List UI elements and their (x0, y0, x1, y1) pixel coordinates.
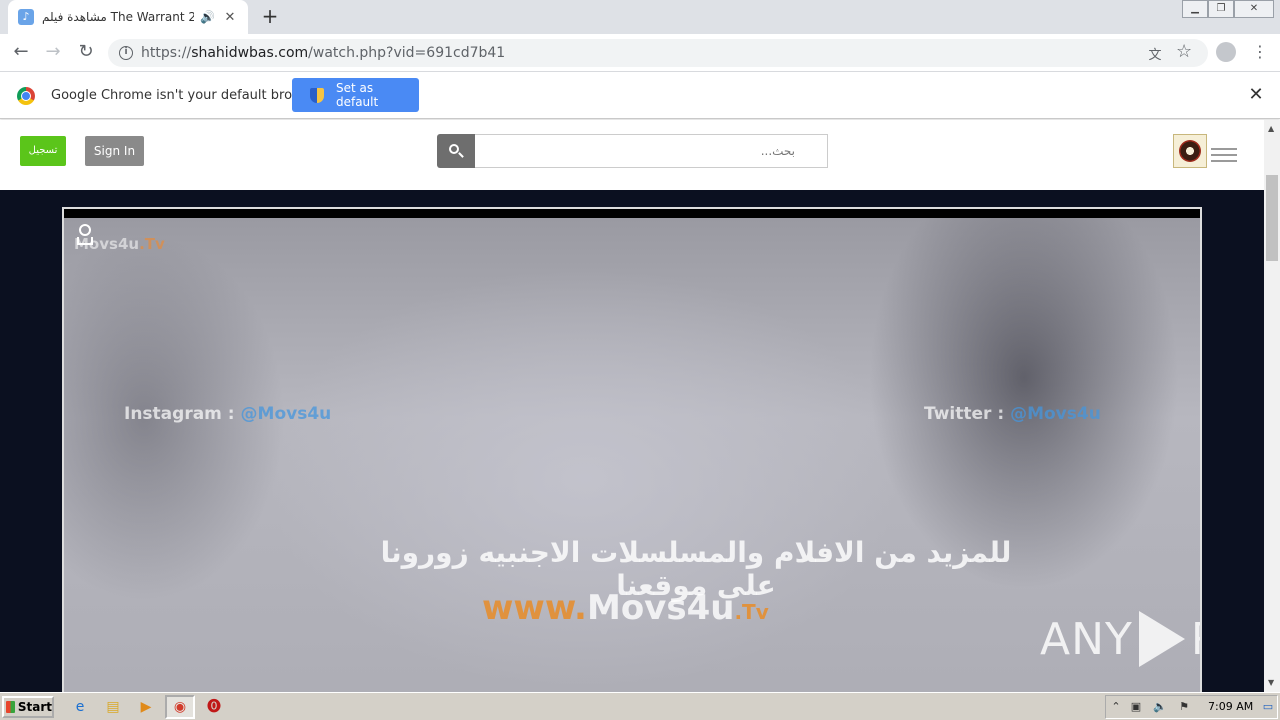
scroll-thumb[interactable] (1266, 175, 1278, 261)
twitter-caption: Twitter : @Movs4u (924, 404, 1101, 424)
new-tab-button[interactable]: + (258, 5, 282, 29)
restore-icon[interactable]: ❐ (1208, 0, 1234, 18)
volume-icon[interactable]: 🔈 (1152, 700, 1168, 714)
network-icon[interactable]: ▣ (1128, 700, 1144, 714)
tab-close-icon[interactable]: ✕ (222, 10, 238, 25)
browser-tab[interactable]: ♪ مشاهدة فيلم The Warrant 2020 🔊 ✕ (8, 0, 248, 34)
minimize-icon[interactable]: ▁ (1182, 0, 1208, 18)
internet-explorer-icon[interactable]: e (70, 697, 90, 717)
chrome-logo-icon (17, 87, 35, 105)
profile-avatar-icon[interactable] (1216, 42, 1236, 62)
instagram-caption: Instagram : @Movs4u (124, 404, 332, 424)
flag-icon[interactable]: ⚑ (1176, 700, 1192, 714)
play-triangle-icon (1138, 611, 1185, 667)
site-header: تسجيل Sign In (0, 120, 1264, 190)
translate-icon[interactable]: 文 (1146, 44, 1164, 63)
url-text[interactable]: https://shahidwbas.com/watch.php?vid=691… (141, 45, 505, 61)
music-note-icon: ♪ (18, 9, 34, 25)
set-as-default-label: Set as default (335, 81, 379, 109)
reload-icon[interactable]: ↻ (75, 42, 97, 64)
sign-in-button[interactable]: Sign In (85, 136, 144, 166)
back-arrow-icon[interactable]: ← (10, 42, 32, 64)
tab-title: مشاهدة فيلم The Warrant 2020 (42, 10, 194, 24)
browser-toolbar: ← → ↻ i https://shahidwbas.com/watch.php… (0, 34, 1280, 72)
scroll-up-arrow-icon[interactable]: ▲ (1268, 124, 1274, 133)
channel-watermark: Movs4u.Tv (74, 235, 165, 253)
default-browser-infobar: Google Chrome isn't your default browser… (0, 72, 1280, 119)
tab-strip: ♪ مشاهدة فيلم The Warrant 2020 🔊 ✕ + ▁ ❐… (0, 0, 1280, 34)
set-as-default-button[interactable]: Set as default (292, 78, 419, 112)
info-icon[interactable]: i (119, 46, 133, 60)
speaker-icon[interactable]: 🔊 (200, 10, 216, 24)
page-scrollbar[interactable]: ▲ ▼ (1264, 120, 1280, 692)
register-button[interactable]: تسجيل (20, 136, 66, 166)
search-button[interactable] (437, 134, 475, 168)
video-player[interactable]: Movs4u.Tv Instagram : @Movs4u Twitter : … (62, 207, 1202, 692)
clock[interactable]: 7:09 AM (1208, 700, 1253, 713)
chrome-icon[interactable]: ◉ (170, 697, 190, 717)
folder-icon[interactable]: ▤ (103, 697, 123, 717)
site-logo[interactable] (1173, 134, 1207, 168)
start-button[interactable]: Start (2, 696, 54, 718)
hamburger-menu-icon[interactable] (1211, 148, 1237, 166)
media-player-icon[interactable]: ▶ (136, 697, 156, 717)
close-window-icon[interactable]: ✕ (1234, 0, 1274, 18)
video-frame[interactable]: Movs4u.Tv Instagram : @Movs4u Twitter : … (64, 218, 1200, 692)
scroll-down-arrow-icon[interactable]: ▼ (1268, 678, 1274, 687)
more-menu-icon[interactable]: ⋮ (1252, 42, 1268, 61)
show-desktop-icon[interactable]: ▭ (1260, 700, 1276, 714)
infobar-close-icon[interactable]: ✕ (1248, 84, 1264, 105)
web-page: تسجيل Sign In Movs4u.Tv Instagram : @Mov… (0, 120, 1264, 692)
alert-icon[interactable]: ⓿ (204, 697, 224, 717)
anyrun-watermark: ANYRUN (1040, 611, 1200, 667)
address-bar[interactable]: i https://shahidwbas.com/watch.php?vid=6… (108, 39, 1208, 67)
infobar-message: Google Chrome isn't your default browser (51, 88, 323, 103)
forward-arrow-icon[interactable]: → (42, 42, 64, 64)
site-watermark: www.Movs4u.Tv (482, 588, 769, 628)
windows-flag-icon (6, 701, 15, 713)
shield-icon (310, 87, 324, 103)
windows-taskbar: Start e ▤ ▶ ◉ ⓿ ⌃ ▣ 🔈 ⚑ ▭ 7:09 AM (0, 692, 1280, 720)
tray-expand-icon[interactable]: ⌃ (1108, 700, 1124, 714)
player-area: Movs4u.Tv Instagram : @Movs4u Twitter : … (0, 190, 1264, 692)
bookmark-star-icon[interactable]: ☆ (1176, 41, 1192, 62)
search-input[interactable] (475, 134, 828, 168)
